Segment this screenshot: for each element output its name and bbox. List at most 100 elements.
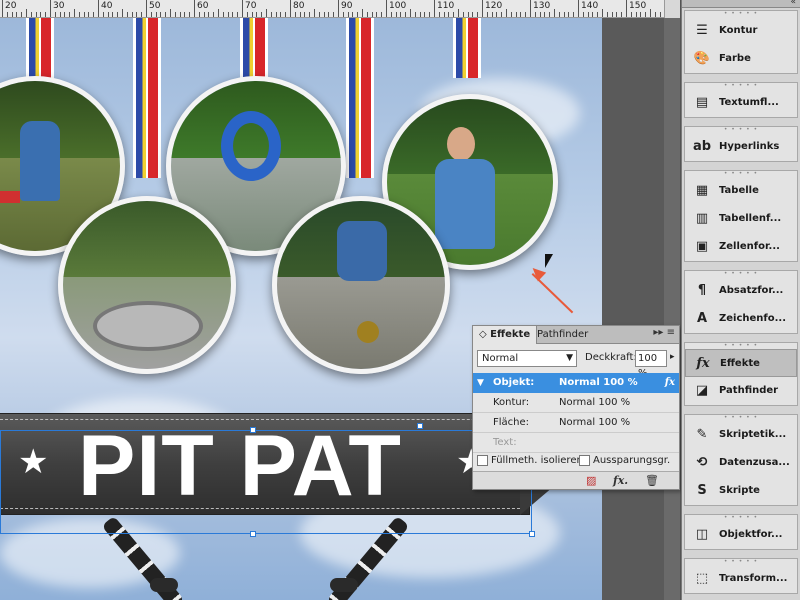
photo-circle-boy-kegel[interactable] bbox=[272, 196, 450, 374]
panel-item-label: Kontur bbox=[719, 25, 758, 36]
panel-item-palette[interactable]: 🎨 Farbe bbox=[685, 45, 797, 73]
panel-item-label: Absatzfor... bbox=[719, 285, 784, 296]
panel-item-fx[interactable]: fx Effekte bbox=[685, 349, 797, 377]
ruler-label: 30 bbox=[53, 1, 65, 11]
panel-item-scripts[interactable]: S Skripte bbox=[685, 477, 797, 505]
ruler-tick bbox=[242, 0, 243, 17]
ruler-label: 60 bbox=[197, 1, 209, 11]
photo-circle-minigolf-course[interactable] bbox=[58, 196, 236, 374]
opacity-input[interactable]: 100 % bbox=[635, 350, 667, 379]
ruler-tick bbox=[64, 12, 66, 17]
panel-item-table[interactable]: ▦ Tabelle bbox=[685, 177, 797, 205]
chevron-down-icon: ▼ bbox=[566, 353, 573, 363]
ruler-tick bbox=[179, 12, 181, 17]
panel-item-data-merge[interactable]: ⟲ Datenzusa... bbox=[685, 449, 797, 477]
ruler-tick bbox=[414, 12, 416, 17]
panel-item-label: Farbe bbox=[719, 53, 751, 64]
medal-ribbon bbox=[26, 18, 54, 78]
ruler-tick bbox=[635, 12, 637, 17]
effect-row-text[interactable]: Text: bbox=[473, 433, 679, 453]
ruler-tick bbox=[45, 12, 47, 17]
panel-item-paragraph-style[interactable]: ¶ Absatzfor... bbox=[685, 277, 797, 305]
pathfinder-icon: ◪ bbox=[695, 383, 709, 398]
panel-item-character-style[interactable]: A Zeichenfo... bbox=[685, 305, 797, 333]
panel-item-table-format[interactable]: ▥ Tabellenf... bbox=[685, 205, 797, 233]
ruler-tick bbox=[146, 0, 147, 17]
effects-panel-tabs: ◇ Effekte Pathfinder ▸▸ ≡ bbox=[473, 326, 679, 344]
panel-item-stroke[interactable]: ☰ Kontur bbox=[685, 17, 797, 45]
ruler-tick bbox=[659, 12, 661, 17]
knockout-group-checkbox[interactable] bbox=[579, 455, 590, 466]
ruler-tick bbox=[256, 12, 258, 17]
ruler-tick bbox=[69, 12, 71, 17]
cell-format-icon: ▣ bbox=[695, 239, 709, 254]
fx-icon[interactable]: fx. bbox=[613, 474, 628, 487]
ruler-tick bbox=[496, 12, 498, 17]
ruler-tick bbox=[54, 12, 56, 17]
tab-effekte[interactable]: ◇ Effekte bbox=[473, 326, 538, 344]
ruler-tick bbox=[539, 12, 541, 17]
effect-row-flaeche[interactable]: Fläche: Normal 100 % bbox=[473, 413, 679, 433]
tab-pathfinder[interactable]: Pathfinder bbox=[531, 326, 594, 344]
ruler-tick bbox=[88, 12, 90, 17]
ruler-tick bbox=[208, 12, 210, 17]
selection-handle[interactable] bbox=[417, 423, 423, 429]
panel-item-text-wrap[interactable]: ▤ Textumfl... bbox=[685, 89, 797, 117]
ruler-tick bbox=[261, 12, 263, 17]
effect-row-kontur[interactable]: Kontur: Normal 100 % bbox=[473, 393, 679, 413]
table-icon: ▦ bbox=[695, 183, 709, 198]
panel-group: • • • • • ▤ Textumfl... bbox=[684, 82, 798, 118]
panel-item-cell-format[interactable]: ▣ Zellenfor... bbox=[685, 233, 797, 261]
effect-row-objekt[interactable]: ▼ Objekt: Normal 100 % fx bbox=[473, 373, 679, 393]
ruler-tick bbox=[424, 12, 426, 17]
selection-handle[interactable] bbox=[250, 427, 256, 433]
horizontal-ruler[interactable]: 20 30 40 50 60 70 80 90 100 110 120 130 140 150 bbox=[0, 0, 680, 18]
isolate-blending-checkbox[interactable] bbox=[477, 455, 488, 466]
ruler-tick bbox=[582, 12, 584, 17]
panel-item-hyperlink[interactable]: ab Hyperlinks bbox=[685, 133, 797, 161]
ruler-tick bbox=[309, 12, 311, 17]
ruler-tick bbox=[314, 9, 315, 17]
ruler-tick bbox=[558, 12, 560, 17]
ruler-tick bbox=[2, 0, 3, 17]
panel-item-transform[interactable]: ⬚ Transform... bbox=[685, 565, 797, 593]
ruler-tick bbox=[290, 0, 291, 17]
clear-effects-icon[interactable]: ▨ bbox=[586, 474, 596, 487]
ruler-tick bbox=[270, 12, 272, 17]
trash-icon[interactable]: 🗑 bbox=[645, 474, 659, 487]
ruler-tick bbox=[453, 12, 455, 17]
golf-club-head bbox=[150, 578, 178, 592]
ruler-label: 70 bbox=[245, 1, 257, 11]
ruler-tick bbox=[386, 0, 387, 17]
ruler-tick bbox=[554, 9, 555, 17]
ruler-tick bbox=[443, 12, 445, 17]
panel-item-object-style[interactable]: ◫ Objektfor... bbox=[685, 521, 797, 549]
ruler-tick bbox=[150, 12, 152, 17]
ruler-tick bbox=[122, 9, 123, 17]
ruler-tick bbox=[381, 12, 383, 17]
ruler-label: 50 bbox=[149, 1, 161, 11]
medal-ribbon bbox=[346, 18, 374, 178]
blend-mode-select[interactable]: Normal ▼ bbox=[477, 350, 577, 367]
panel-menu-icon[interactable]: ▸▸ ≡ bbox=[653, 327, 675, 338]
ruler-tick bbox=[165, 12, 167, 17]
panel-item-script-label[interactable]: ✎ Skriptetik... bbox=[685, 421, 797, 449]
panel-item-pathfinder[interactable]: ◪ Pathfinder bbox=[685, 377, 797, 405]
ruler-corner bbox=[664, 0, 680, 18]
collapse-icon[interactable]: « bbox=[790, 0, 796, 7]
ruler-tick bbox=[280, 12, 282, 17]
ruler-tick bbox=[568, 12, 570, 17]
document-canvas[interactable]: PIT PAT ★ ★ bbox=[0, 18, 664, 600]
medal-ribbon bbox=[133, 18, 161, 178]
selection-handle[interactable] bbox=[529, 531, 535, 537]
fx-icon: fx bbox=[696, 356, 710, 371]
ruler-tick bbox=[266, 9, 267, 17]
selection-bounding-box[interactable] bbox=[0, 430, 532, 534]
panel-group: • • • • • fx Effekte ◪ Pathfinder bbox=[684, 342, 798, 406]
ruler-tick bbox=[285, 12, 287, 17]
selection-handle[interactable] bbox=[250, 531, 256, 537]
ruler-tick bbox=[170, 9, 171, 17]
ruler-tick bbox=[26, 9, 27, 17]
chevron-right-icon[interactable]: ▸ bbox=[670, 352, 675, 362]
effects-panel[interactable]: ◇ Effekte Pathfinder ▸▸ ≡ Normal ▼ Deckkr… bbox=[472, 325, 680, 490]
